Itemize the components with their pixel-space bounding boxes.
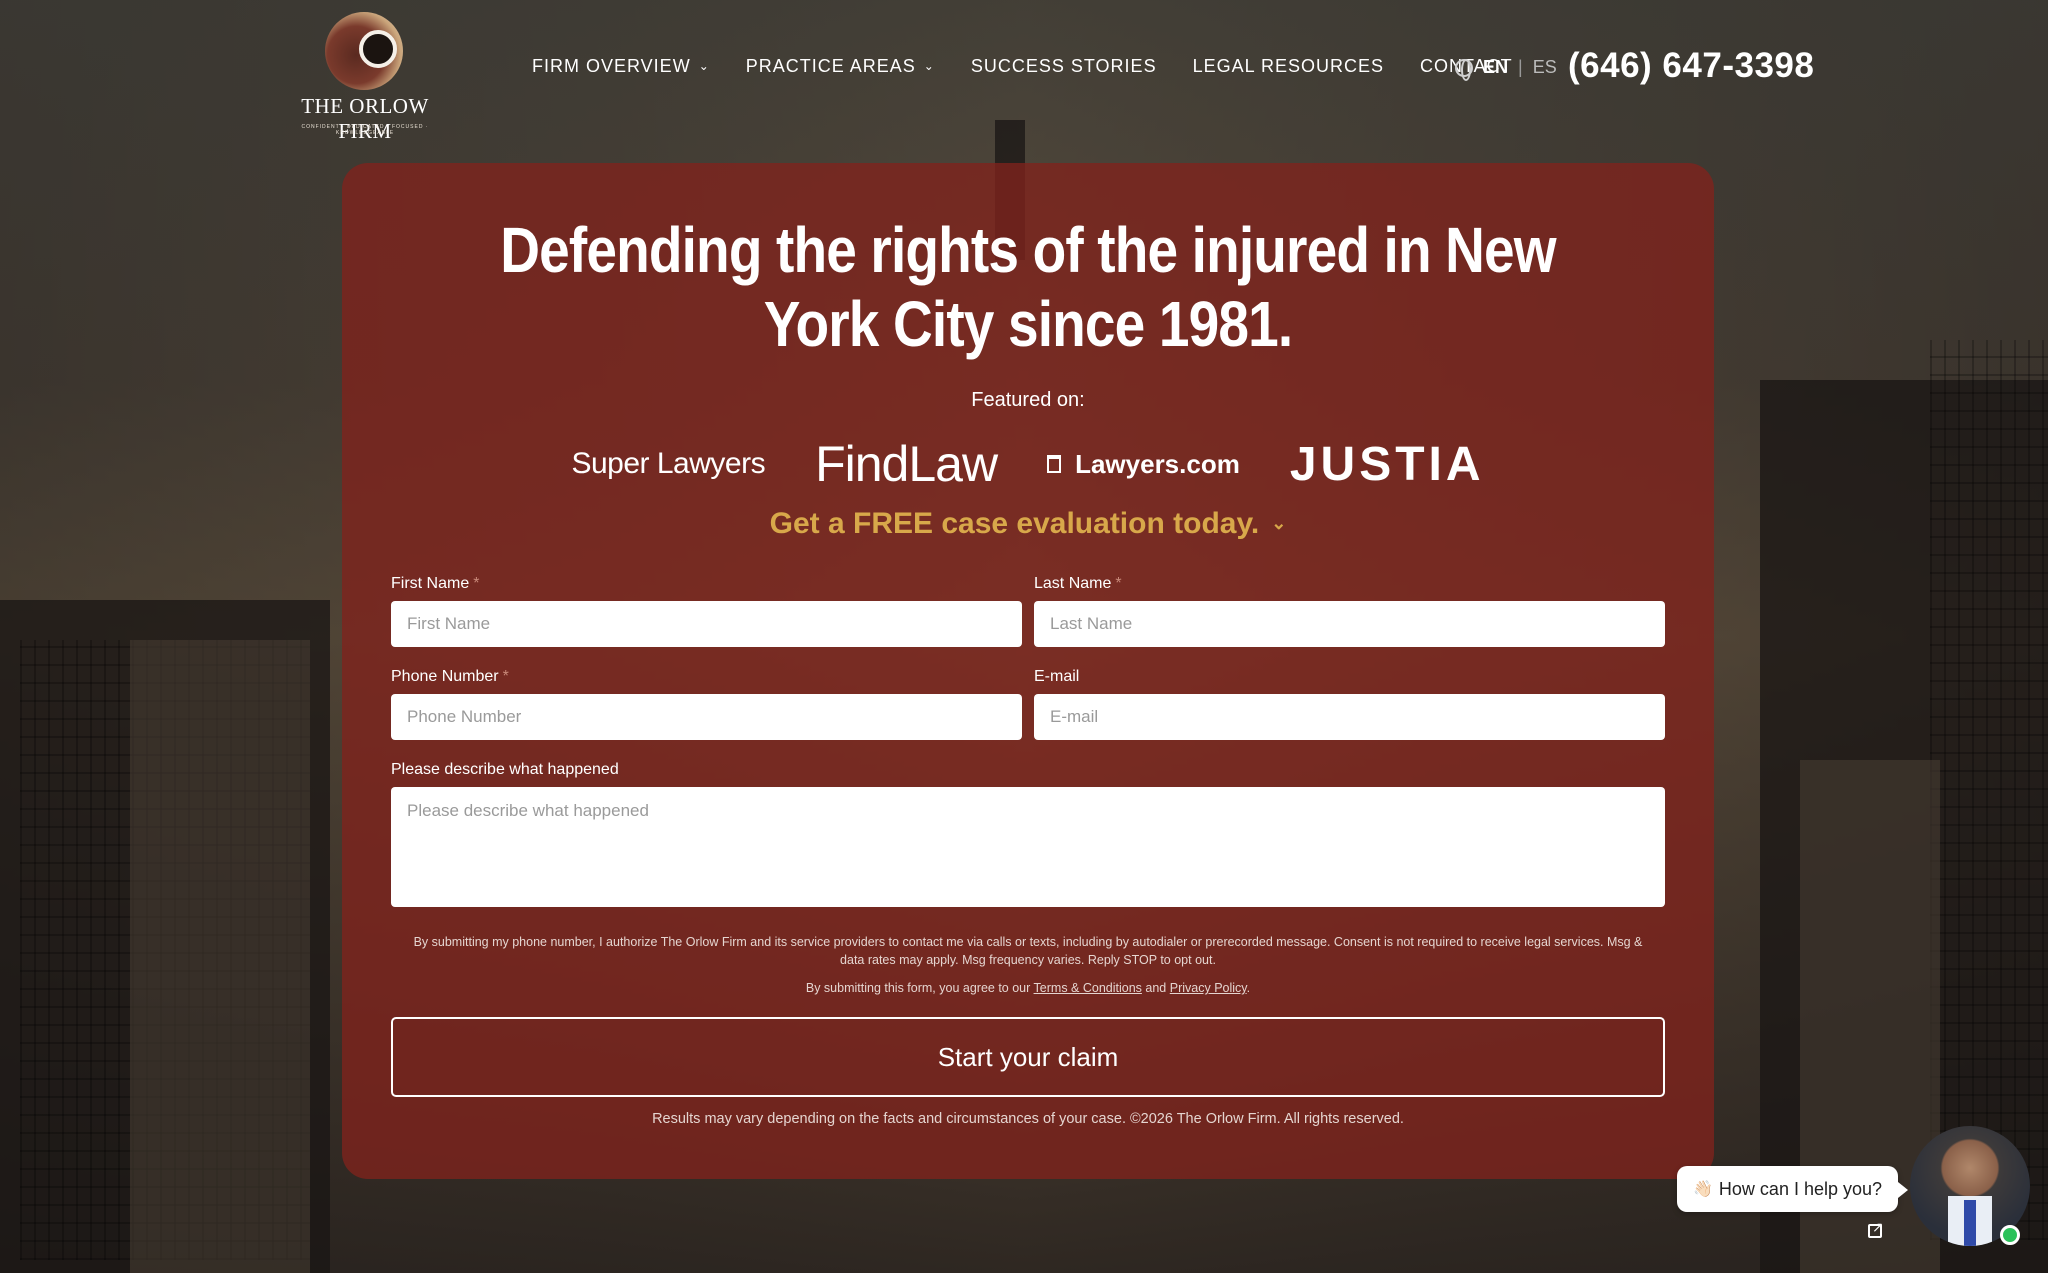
- chat-prompt-text: How can I help you?: [1718, 1178, 1883, 1199]
- bg-building: [130, 640, 310, 1273]
- language-switcher: EN | ES: [1455, 57, 1557, 81]
- phone-label-text: Phone Number: [391, 668, 499, 685]
- findlaw-logo: FindLaw: [815, 436, 998, 492]
- free-evaluation-text: Get a FREE case evaluation today.: [769, 507, 1260, 540]
- lawyers-com-text: Lawyers.com: [1075, 448, 1240, 479]
- last-name-input[interactable]: [1034, 601, 1665, 647]
- terms-conditions-link[interactable]: Terms & Conditions: [1034, 981, 1142, 995]
- featured-on-label: Featured on:: [971, 389, 1085, 411]
- chat-prompt-bubble[interactable]: 👋🏻 How can I help you?: [1677, 1166, 1909, 1212]
- results-disclaimer: Results may vary depending on the facts …: [652, 1111, 1404, 1127]
- featured-logos: Super Lawyers FindLaw Lawyers.com JUSTIA: [342, 435, 1714, 493]
- privacy-policy-link[interactable]: Privacy Policy: [1170, 981, 1247, 995]
- lang-es-link[interactable]: ES: [1533, 57, 1557, 78]
- nav-item-label: LEGAL RESOURCES: [1192, 56, 1384, 76]
- nav-item-success-stories[interactable]: SUCCESS STORIES: [971, 56, 1157, 77]
- phone-input[interactable]: [391, 694, 1022, 740]
- super-lawyers-logo: Super Lawyers: [571, 447, 766, 480]
- hero-headline: Defending the rights of the injured in N…: [500, 214, 1556, 360]
- waving-hand-icon: 👋🏻: [1693, 1181, 1713, 1198]
- site-header: THE ORLOW FIRM CONFIDENT · DEDICATED · F…: [0, 0, 2048, 143]
- lang-separator: |: [1518, 57, 1523, 77]
- first-name-label: First Name *: [391, 575, 479, 593]
- email-input[interactable]: [1034, 694, 1665, 740]
- first-name-input[interactable]: [391, 601, 1022, 647]
- nav-item-firm-overview[interactable]: FIRM OVERVIEW ⌄: [532, 56, 710, 77]
- first-name-label-text: First Name: [391, 575, 470, 592]
- chevron-down-icon: ⌄: [1271, 513, 1287, 533]
- avatar-tie: [1964, 1200, 1976, 1246]
- agree-prefix: By submitting this form, you agree to ou…: [805, 981, 1031, 995]
- phone-label: Phone Number *: [391, 668, 509, 686]
- phone-number-link[interactable]: (646) 647-3398: [1568, 46, 1814, 86]
- nav-item-label: PRACTICE AREAS: [745, 56, 916, 76]
- chevron-down-icon: ⌄: [923, 58, 935, 73]
- email-label: E-mail: [1034, 668, 1080, 685]
- agree-suffix: .: [1246, 981, 1251, 995]
- nav-item-legal-resources[interactable]: LEGAL RESOURCES: [1193, 56, 1384, 77]
- firm-logo[interactable]: THE ORLOW FIRM CONFIDENT · DEDICATED · F…: [275, 12, 455, 143]
- nav-item-practice-areas[interactable]: PRACTICE AREAS ⌄: [746, 56, 935, 77]
- pillar-icon: [1047, 455, 1062, 473]
- nav-item-label: SUCCESS STORIES: [970, 56, 1157, 76]
- free-evaluation-toggle[interactable]: Get a FREE case evaluation today. ⌄: [342, 507, 1714, 541]
- logo-title: THE ORLOW FIRM: [301, 94, 429, 143]
- globe-icon: [1455, 58, 1473, 81]
- start-claim-button[interactable]: Start your claim: [391, 1017, 1665, 1097]
- lang-en-link[interactable]: EN: [1483, 57, 1508, 78]
- online-status-indicator: [2000, 1225, 2020, 1245]
- external-link-icon[interactable]: [1868, 1219, 1884, 1238]
- terms-agreement: By submitting this form, you agree to ou…: [342, 981, 1714, 995]
- logo-tagline: CONFIDENT · DEDICATED · FOCUSED · KNOWLE…: [301, 124, 429, 136]
- case-evaluation-card: Defending the rights of the injured in N…: [342, 163, 1714, 1179]
- last-name-label-text: Last Name: [1034, 575, 1112, 592]
- last-name-label: Last Name *: [1034, 575, 1122, 593]
- nav-item-label: FIRM OVERVIEW: [532, 56, 691, 76]
- required-marker: *: [1115, 575, 1122, 592]
- agree-and: and: [1145, 981, 1167, 995]
- lawyers-com-logo: Lawyers.com: [1047, 449, 1240, 480]
- chevron-down-icon: ⌄: [698, 58, 710, 73]
- description-label: Please describe what happened: [391, 761, 619, 778]
- required-marker: *: [502, 668, 509, 685]
- logo-mark-icon: [325, 12, 403, 90]
- required-marker: *: [473, 575, 480, 592]
- sms-consent-text: By submitting my phone number, I authori…: [413, 935, 1643, 967]
- justia-logo: JUSTIA: [1289, 437, 1485, 491]
- main-nav: FIRM OVERVIEW ⌄ PRACTICE AREAS ⌄ SUCCESS…: [532, 56, 1549, 77]
- bg-building-windows: [1930, 340, 2048, 1240]
- description-textarea[interactable]: [391, 787, 1665, 907]
